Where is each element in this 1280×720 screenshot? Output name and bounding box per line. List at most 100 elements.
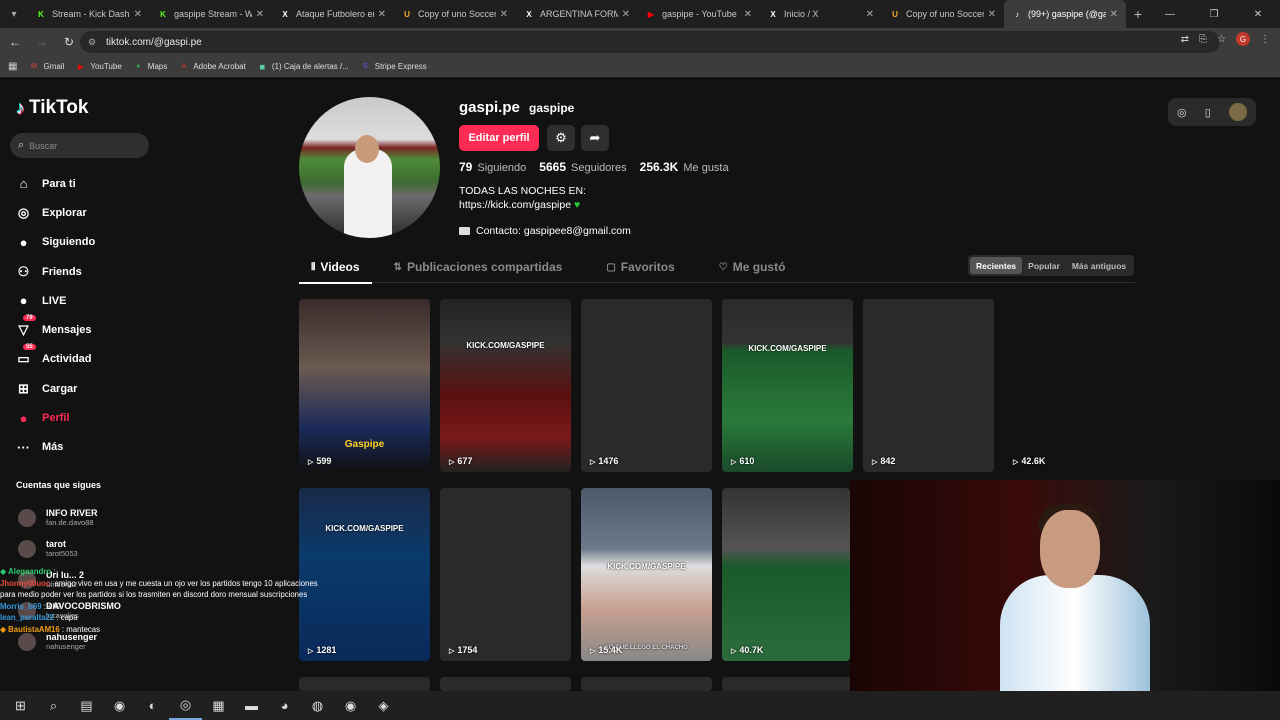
- tab-close-icon[interactable]: ✕: [744, 9, 752, 20]
- following-account[interactable]: INFO RIVER fan.de.davo88: [18, 502, 121, 533]
- browser-tab[interactable]: X Ataque Futbolero en ✕: [272, 0, 394, 28]
- stat-seguidores[interactable]: 5665 Seguidores: [539, 160, 626, 174]
- browser-tab[interactable]: ▶ gaspipe - YouTube ✕: [638, 0, 760, 28]
- tab-close-icon[interactable]: ✕: [866, 9, 874, 20]
- tab-publicaciones-compartidas[interactable]: ⇅ Publicaciones compartidas: [372, 252, 585, 283]
- browser-tab[interactable]: K Stream - Kick Dashbo ✕: [28, 0, 150, 28]
- following-account[interactable]: tarot tarot5053: [18, 533, 121, 564]
- sort-popular[interactable]: Popular: [1022, 257, 1066, 274]
- video-card[interactable]: ▷ 1754: [440, 488, 571, 661]
- video-card[interactable]: KICK.COM/GASPIPE ▷ 677: [440, 299, 571, 472]
- tab-close-icon[interactable]: ✕: [1110, 9, 1118, 20]
- video-card[interactable]: [581, 677, 712, 691]
- star-icon[interactable]: ☆: [1217, 34, 1226, 45]
- bookmark-item[interactable]: ● Maps: [134, 62, 167, 71]
- sort-m-s-antiguos[interactable]: Más antiguos: [1066, 257, 1132, 274]
- tab-close-icon[interactable]: ✕: [256, 9, 264, 20]
- tab-close-icon[interactable]: ✕: [988, 9, 996, 20]
- chrome-icon[interactable]: ◎: [169, 691, 202, 720]
- chat-badge-icon: ◆: [0, 567, 9, 576]
- tab-close-icon[interactable]: ✕: [500, 9, 508, 20]
- edge-icon[interactable]: ◐: [136, 691, 169, 720]
- browser-tab[interactable]: U Copy of uno Soccer S ✕: [882, 0, 1004, 28]
- video-card[interactable]: ▷ 1476: [581, 299, 712, 472]
- new-tab-button[interactable]: +: [1126, 6, 1150, 22]
- taskview-icon[interactable]: ▤: [70, 691, 103, 720]
- bookmark-item[interactable]: A Adobe Acrobat: [179, 62, 246, 71]
- bio-link[interactable]: https://kick.com/gaspipe: [459, 199, 571, 211]
- stat-me-gusta[interactable]: 256.3K Me gusta: [640, 160, 729, 174]
- sidebar-item-cargar[interactable]: ⊞ Cargar: [14, 374, 95, 403]
- tab-search-icon[interactable]: ▾: [0, 0, 28, 28]
- bookmark-item[interactable]: S Stripe Express: [361, 62, 427, 71]
- browser-tab[interactable]: X ARGENTINA FORMAC ✕: [516, 0, 638, 28]
- install-icon[interactable]: ⎘: [1199, 34, 1207, 45]
- sidebar-item-mensajes[interactable]: ▽ 79 Mensajes: [14, 314, 95, 344]
- firefox-icon[interactable]: ◕: [268, 691, 301, 720]
- sidebar-item-m-s[interactable]: ··· Más: [14, 433, 95, 462]
- video-card[interactable]: [722, 677, 853, 691]
- sidebar-item-explorar[interactable]: ◎ Explorar: [14, 198, 95, 227]
- video-card[interactable]: Gaspipe ▷ 599: [299, 299, 430, 472]
- forward-icon[interactable]: →: [30, 30, 54, 54]
- restore-icon[interactable]: ❐: [1192, 0, 1236, 28]
- bookmark-item[interactable]: M Gmail: [29, 62, 64, 71]
- translate-icon[interactable]: ⇄: [1181, 34, 1189, 45]
- tab-close-icon[interactable]: ✕: [134, 9, 142, 20]
- video-card[interactable]: KICK.COM/GASPIPE ▷ 610: [722, 299, 853, 472]
- search-input[interactable]: ⌕ Buscar: [10, 133, 149, 158]
- tab-favoritos[interactable]: ▢ Favoritos: [584, 252, 696, 283]
- video-view-count: ▷ 1281: [308, 645, 336, 655]
- video-card[interactable]: ▷ 42.6K: [1004, 299, 1135, 472]
- back-icon[interactable]: ←: [3, 30, 27, 54]
- close-window-icon[interactable]: ✕: [1236, 0, 1280, 28]
- tab-close-icon[interactable]: ✕: [378, 9, 386, 20]
- coin-icon[interactable]: ◎: [1177, 106, 1187, 119]
- sidebar-item-siguiendo[interactable]: ● Siguiendo: [14, 228, 96, 257]
- stat-siguiendo[interactable]: 79 Siguiendo: [459, 160, 526, 174]
- reload-icon[interactable]: ↻: [57, 30, 81, 54]
- bookmark-item[interactable]: ◼ (1) Caja de alertas /...: [258, 62, 348, 71]
- store-icon[interactable]: ▦: [202, 691, 235, 720]
- explorer-icon[interactable]: ▬: [235, 691, 268, 720]
- user-avatar-icon[interactable]: [1228, 103, 1247, 121]
- windows-icon[interactable]: ⊞: [4, 691, 37, 720]
- settings-gear-icon[interactable]: ⚙: [547, 125, 575, 151]
- bookmark-item[interactable]: ▶ YouTube: [76, 62, 122, 71]
- browser-tab[interactable]: U Copy of uno Soccer S ✕: [394, 0, 516, 28]
- video-card[interactable]: ▷ 842: [863, 299, 994, 472]
- tab-videos[interactable]: ⦀ Videos: [299, 252, 372, 284]
- menu-icon[interactable]: ⋮: [1260, 34, 1270, 45]
- bookmark-label: YouTube: [90, 62, 122, 71]
- apps-grid-icon[interactable]: ▦: [8, 61, 17, 72]
- video-card[interactable]: ▷ 40.7K: [722, 488, 850, 661]
- sidebar-item-actividad[interactable]: ▭ 55 Actividad: [14, 343, 95, 374]
- search-icon[interactable]: ⌕: [37, 691, 70, 720]
- video-card[interactable]: KICK.COM/GASPIPE LO QUE LLEGO EL CHACHO ▷ 1…: [581, 488, 712, 661]
- tiktok-logo[interactable]: ♪ TikTok: [16, 97, 88, 119]
- device-icon[interactable]: ▯: [1205, 106, 1211, 119]
- edit-profile-button[interactable]: Editar perfil: [459, 125, 539, 151]
- site-info-icon[interactable]: ⚙: [88, 37, 98, 47]
- sidebar-item-friends[interactable]: ⚇ Friends: [14, 257, 95, 286]
- obs-icon[interactable]: ◍: [301, 691, 334, 720]
- tab-close-icon[interactable]: ✕: [622, 9, 630, 20]
- share-icon[interactable]: ➦: [581, 125, 609, 151]
- browser-tab[interactable]: Kgaspipe Stream - Wa ✕: [150, 0, 272, 28]
- sidebar-item-para-ti[interactable]: ⌂ Para ti: [14, 169, 95, 198]
- tab-me-gust-[interactable]: ♡ Me gustó: [697, 252, 808, 283]
- sidebar-item-live[interactable]: ● LIVE: [14, 286, 95, 315]
- profile-avatar[interactable]: [299, 97, 440, 238]
- sidebar-item-perfil[interactable]: ● Perfil: [14, 403, 95, 432]
- browser-tab[interactable]: ♪ (99+) gaspipe (@gasp ✕: [1004, 0, 1126, 28]
- copilot-icon[interactable]: ◉: [103, 691, 136, 720]
- sort-recientes[interactable]: Recientes: [970, 257, 1023, 274]
- url-field[interactable]: ⚙ tiktok.com/@gaspi.pe: [80, 31, 1220, 53]
- browser-tab[interactable]: X Inicio / X ✕: [760, 0, 882, 28]
- app-icon[interactable]: ◈: [367, 691, 400, 720]
- video-card[interactable]: [440, 677, 571, 691]
- spotify-icon[interactable]: ◉: [334, 691, 367, 720]
- profile-avatar-icon[interactable]: G: [1236, 32, 1250, 46]
- video-card[interactable]: [299, 677, 430, 691]
- minimize-icon[interactable]: —: [1148, 0, 1192, 28]
